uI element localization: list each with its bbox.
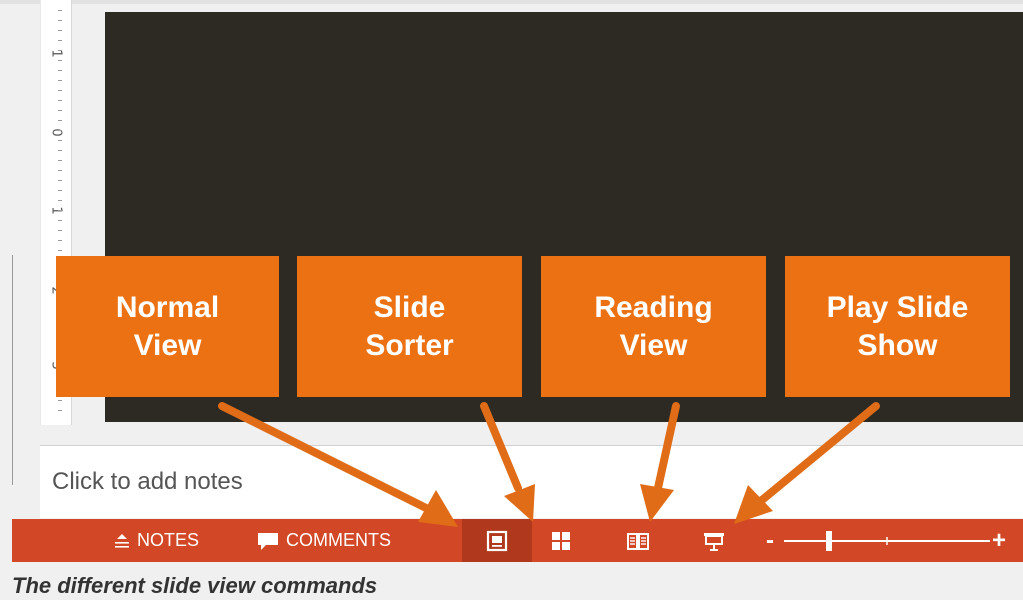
ruler-tick	[58, 200, 62, 201]
ruler-tick	[58, 180, 62, 181]
left-pane-edge	[12, 255, 13, 485]
image-caption: The different slide view commands	[12, 573, 378, 598]
ruler-tick	[58, 130, 62, 131]
zoom-minus-label: -	[766, 526, 774, 554]
ruler-tick	[58, 400, 62, 401]
ruler-tick	[58, 20, 62, 21]
ruler-tick	[58, 250, 62, 251]
comments-label: COMMENTS	[286, 530, 391, 550]
ruler-tick	[58, 50, 62, 51]
callout-line: Play Slide	[826, 290, 969, 324]
ruler-tick	[58, 90, 62, 91]
notes-label: NOTES	[137, 530, 200, 550]
ruler-tick	[58, 140, 62, 141]
ruler-number: 0	[48, 128, 64, 137]
slide-sorter-icon	[552, 531, 570, 550]
ruler-tick	[58, 80, 62, 81]
notes-icon	[115, 533, 129, 548]
ruler-tick	[58, 190, 62, 191]
powerpoint-window: 1 0 1 2 3 Click to add notes NOTES COMME…	[0, 0, 1023, 600]
ruler-tick	[58, 70, 62, 71]
slide-sorter-button[interactable]	[550, 519, 572, 562]
zoom-in-button[interactable]: +	[992, 519, 1006, 562]
ruler-tick	[58, 150, 62, 151]
callout-reading-view: Reading View	[541, 256, 766, 397]
ruler-tick	[58, 110, 62, 111]
callout-line: Show	[857, 328, 938, 362]
callout-play-slide-show: Play Slide Show	[785, 256, 1010, 397]
notes-placeholder[interactable]: Click to add notes	[52, 468, 243, 496]
callout-normal-view: Normal View	[56, 256, 279, 397]
zoom-slider[interactable]	[784, 519, 990, 562]
zoom-plus-label: +	[992, 526, 1007, 554]
callout-line: View	[619, 328, 688, 362]
zoom-out-button[interactable]: -	[766, 519, 774, 562]
zoom-slider-thumb	[826, 531, 832, 551]
callout-line: Sorter	[365, 328, 454, 362]
ruler-tick	[58, 170, 62, 171]
ruler-tick	[58, 210, 62, 211]
comments-icon	[258, 532, 278, 550]
slide-show-icon	[704, 532, 724, 551]
ruler-tick	[58, 120, 62, 121]
comments-button[interactable]: COMMENTS	[256, 519, 391, 562]
ruler-tick	[58, 60, 62, 61]
ruler-tick	[58, 240, 62, 241]
ruler-tick	[58, 100, 62, 101]
ruler-tick	[58, 230, 62, 231]
notes-button[interactable]: NOTES	[112, 519, 199, 562]
normal-view-button[interactable]	[486, 519, 508, 562]
slide-show-button[interactable]	[702, 519, 726, 562]
top-border	[0, 0, 1023, 4]
callout-line: Normal	[115, 290, 220, 324]
reading-view-button[interactable]	[626, 519, 650, 562]
ruler-tick	[58, 30, 62, 31]
zoom-slider-track	[784, 531, 990, 551]
callout-slide-sorter: Slide Sorter	[297, 256, 522, 397]
ruler-tick	[58, 160, 62, 161]
ruler-number: 1	[48, 49, 64, 58]
status-bar: NOTES COMMENTS - +	[12, 519, 1023, 562]
ruler-tick	[58, 10, 62, 11]
ruler-tick	[58, 220, 62, 221]
reading-view-icon	[627, 532, 649, 550]
normal-view-icon	[486, 530, 508, 551]
callout-line: View	[133, 328, 202, 362]
callout-line: Reading	[594, 290, 713, 324]
callout-line: Slide	[373, 290, 446, 324]
ruler-tick	[58, 40, 62, 41]
ruler-tick	[58, 410, 62, 411]
